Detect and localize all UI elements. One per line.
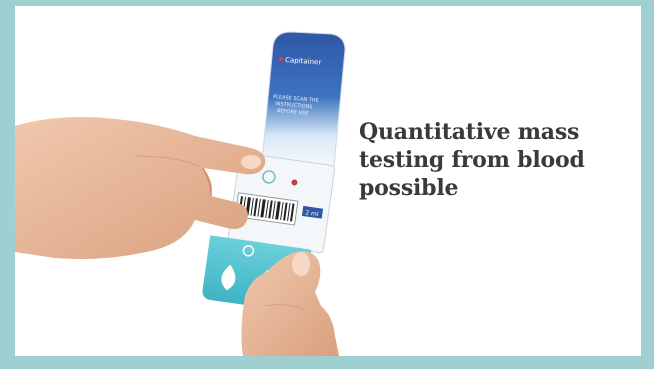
thumbnail-right: [292, 252, 310, 276]
headline-line-1: Quantitative mass: [359, 119, 580, 145]
left-hand: [15, 117, 266, 259]
headline: Quantitative mass testing from blood pos…: [359, 118, 639, 202]
image-panel: Capitainer PLEASE SCAN THE INSTRUCTIONS …: [15, 6, 641, 356]
headline-line-3: possible: [359, 175, 459, 201]
outer-frame: Capitainer PLEASE SCAN THE INSTRUCTIONS …: [0, 0, 654, 369]
device-card-top: Capitainer PLEASE SCAN THE INSTRUCTIONS …: [260, 31, 346, 177]
brand-dot: [279, 57, 283, 61]
thumbnail-left: [241, 155, 261, 169]
headline-line-2: testing from blood: [359, 147, 585, 173]
